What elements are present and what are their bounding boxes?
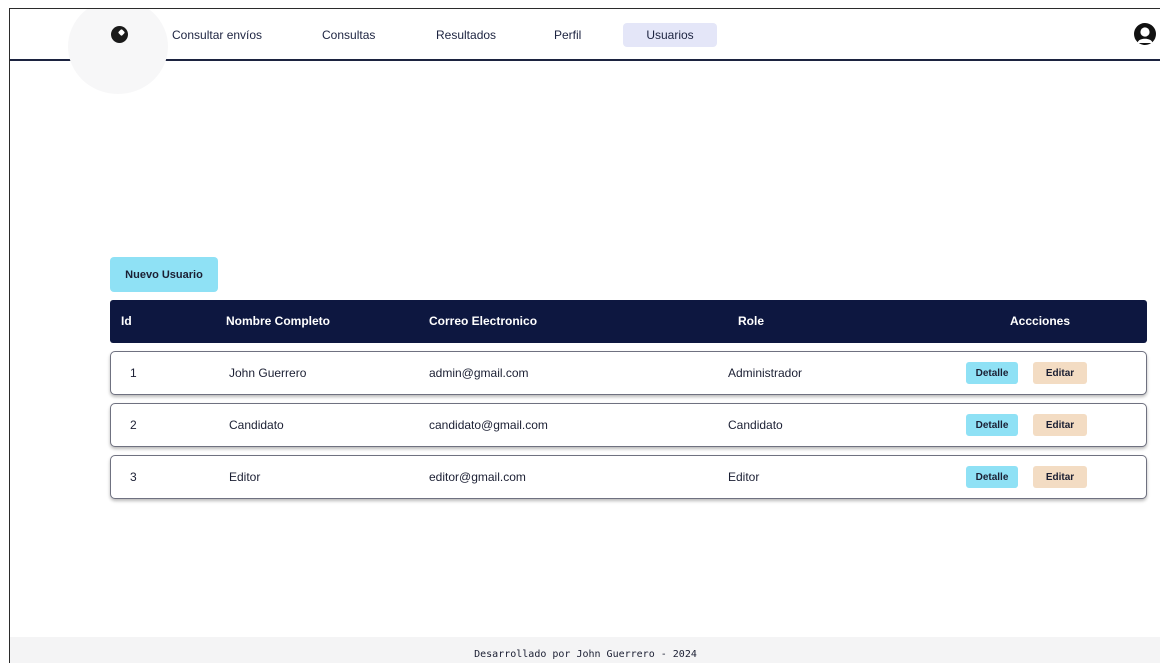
edit-button[interactable]: Editar [1033, 362, 1087, 384]
users-table-header: Id Nombre Completo Correo Electronico Ro… [110, 300, 1147, 343]
column-header-name: Nombre Completo [226, 314, 331, 328]
cell-email: editor@gmail.com [429, 470, 526, 484]
column-header-actions: Accciones [1010, 314, 1071, 328]
cell-email: candidato@gmail.com [429, 418, 548, 432]
user-profile-icon[interactable] [1133, 22, 1157, 46]
nav-item-consultas[interactable]: Consultas [310, 23, 387, 47]
logo-highlight [68, 9, 168, 94]
detail-button[interactable]: Detalle [966, 466, 1018, 488]
top-navbar: Consultar envíos Consultas Resultados Pe… [10, 9, 1160, 94]
nav-item-usuarios[interactable]: Usuarios [623, 23, 717, 47]
cell-role: Editor [728, 470, 760, 484]
compass-logo-icon[interactable] [111, 26, 128, 43]
cell-id: 3 [130, 470, 137, 484]
cell-role: Candidato [728, 418, 783, 432]
nav-item-consultar-envios[interactable]: Consultar envíos [160, 23, 274, 47]
nav-item-perfil[interactable]: Perfil [542, 23, 593, 47]
page-footer: Desarrollado por John Guerrero - 2024 [10, 637, 1160, 663]
cell-email: admin@gmail.com [429, 366, 529, 380]
cell-role: Administrador [728, 366, 803, 380]
cell-id: 2 [130, 418, 137, 432]
table-row: 1 John Guerrero admin@gmail.com Administ… [110, 351, 1147, 395]
edit-button[interactable]: Editar [1033, 466, 1087, 488]
cell-name: John Guerrero [229, 366, 307, 380]
column-header-id: Id [121, 314, 132, 328]
app-window: Consultar envíos Consultas Resultados Pe… [9, 8, 1160, 663]
column-header-role: Role [738, 314, 765, 328]
table-row: 3 Editor editor@gmail.com Editor Detalle… [110, 455, 1147, 499]
table-row: 2 Candidato candidato@gmail.com Candidat… [110, 403, 1147, 447]
new-user-button[interactable]: Nuevo Usuario [110, 257, 218, 292]
nav-item-resultados[interactable]: Resultados [424, 23, 508, 47]
cell-name: Editor [229, 470, 261, 484]
cell-id: 1 [130, 366, 137, 380]
column-header-email: Correo Electronico [429, 314, 538, 328]
detail-button[interactable]: Detalle [966, 362, 1018, 384]
edit-button[interactable]: Editar [1033, 414, 1087, 436]
cell-name: Candidato [229, 418, 284, 432]
footer-credit: Desarrollado por John Guerrero - 2024 [474, 649, 697, 660]
detail-button[interactable]: Detalle [966, 414, 1018, 436]
